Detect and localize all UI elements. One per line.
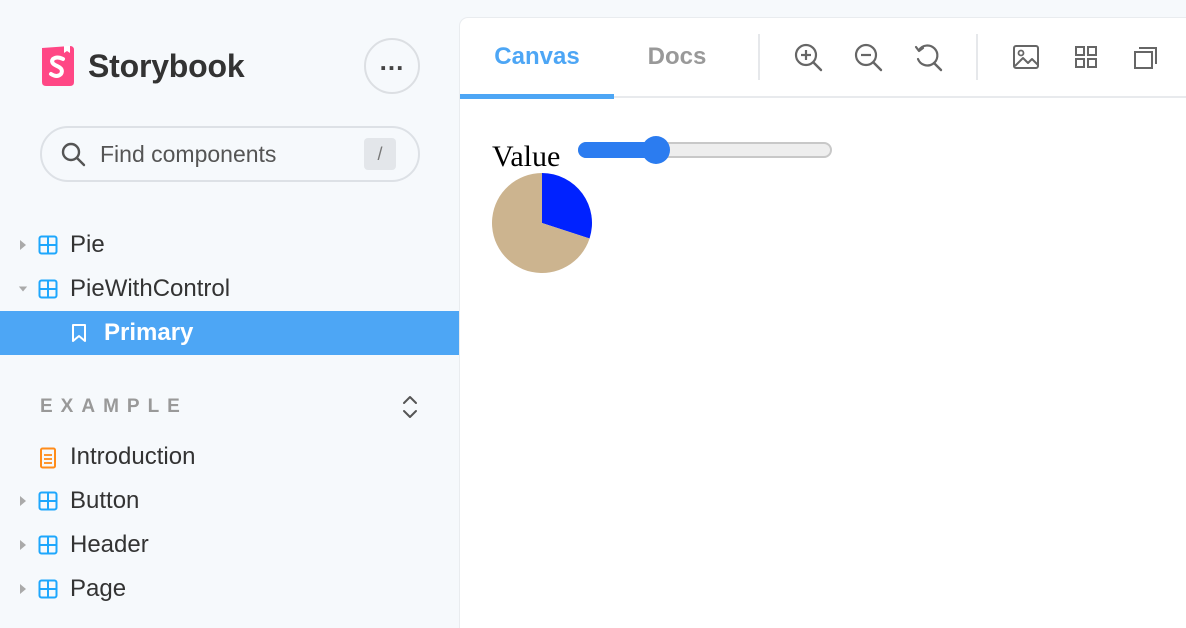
value-slider[interactable] (578, 136, 832, 164)
toolbar-divider (976, 34, 978, 80)
sidebar-item-primary[interactable]: Primary (0, 311, 460, 355)
section-header-example[interactable]: EXAMPLE (40, 394, 420, 420)
brand-name: Storybook (88, 47, 245, 84)
search-input[interactable]: Find components (100, 141, 364, 168)
sidebar-item-pie[interactable]: Pie (0, 223, 460, 267)
sidebar-item-page[interactable]: Page (0, 567, 460, 611)
expand-collapse-icon[interactable] (400, 394, 420, 420)
viewport-icon (1134, 47, 1157, 69)
tab-label: Canvas (494, 43, 580, 70)
more-options-button[interactable]: ... (364, 38, 420, 94)
zoom-in-icon (794, 43, 823, 72)
sidebar: Storybook ... Find components / Pie PieW… (0, 0, 460, 628)
tab-canvas[interactable]: Canvas (460, 17, 614, 99)
bookmark-icon (70, 323, 90, 343)
reset-zoom-button[interactable] (898, 17, 958, 97)
component-icon (38, 579, 58, 599)
grid-button[interactable] (1056, 17, 1116, 97)
toolbar-divider (758, 34, 760, 80)
search-field[interactable]: Find components / (40, 126, 420, 182)
main-panel: Canvas Docs Value (460, 18, 1186, 628)
sidebar-item-label: Primary (104, 319, 194, 346)
section-title: EXAMPLE (40, 396, 188, 417)
grid-icon (1075, 46, 1097, 68)
pie-chart (492, 173, 592, 273)
sidebar-item-piewithcontrol[interactable]: PieWithControl (0, 267, 460, 311)
caret-right-icon[interactable] (18, 539, 28, 551)
sidebar-item-label: Page (70, 575, 127, 602)
caret-right-icon[interactable] (18, 239, 28, 251)
slider-thumb[interactable] (642, 136, 671, 164)
viewport-button[interactable] (1116, 17, 1176, 97)
sidebar-item-label: Introduction (70, 443, 196, 470)
sidebar-item-label: Header (70, 531, 149, 558)
ellipsis-icon: ... (379, 46, 405, 76)
background-icon (1013, 45, 1039, 69)
zoom-out-button[interactable] (838, 17, 898, 97)
sidebar-item-label: PieWithControl (70, 275, 231, 302)
sidebar-item-label: Button (70, 487, 140, 514)
tab-docs[interactable]: Docs (614, 17, 740, 97)
sidebar-item-label: Pie (70, 231, 105, 258)
sidebar-item-introduction[interactable]: Introduction (0, 435, 460, 479)
sidebar-item-header[interactable]: Header (0, 523, 460, 567)
background-button[interactable] (996, 17, 1056, 97)
caret-right-icon[interactable] (18, 583, 28, 595)
brand[interactable]: Storybook (40, 44, 245, 88)
component-icon (38, 235, 58, 255)
document-icon (38, 447, 58, 469)
caret-down-icon[interactable] (18, 285, 28, 293)
component-icon (38, 535, 58, 555)
component-icon (38, 491, 58, 511)
toolbar: Canvas Docs (460, 17, 1186, 99)
zoom-out-icon (854, 43, 883, 72)
caret-right-icon[interactable] (18, 495, 28, 507)
sidebar-item-button[interactable]: Button (0, 479, 460, 523)
control-label: Value (492, 140, 561, 173)
search-shortcut-key: / (364, 138, 396, 170)
storybook-logo-icon (42, 46, 74, 86)
reset-zoom-icon (914, 44, 943, 72)
tab-label: Docs (647, 43, 707, 70)
search-icon (61, 142, 86, 167)
component-icon (38, 279, 58, 299)
zoom-in-button[interactable] (778, 17, 838, 97)
